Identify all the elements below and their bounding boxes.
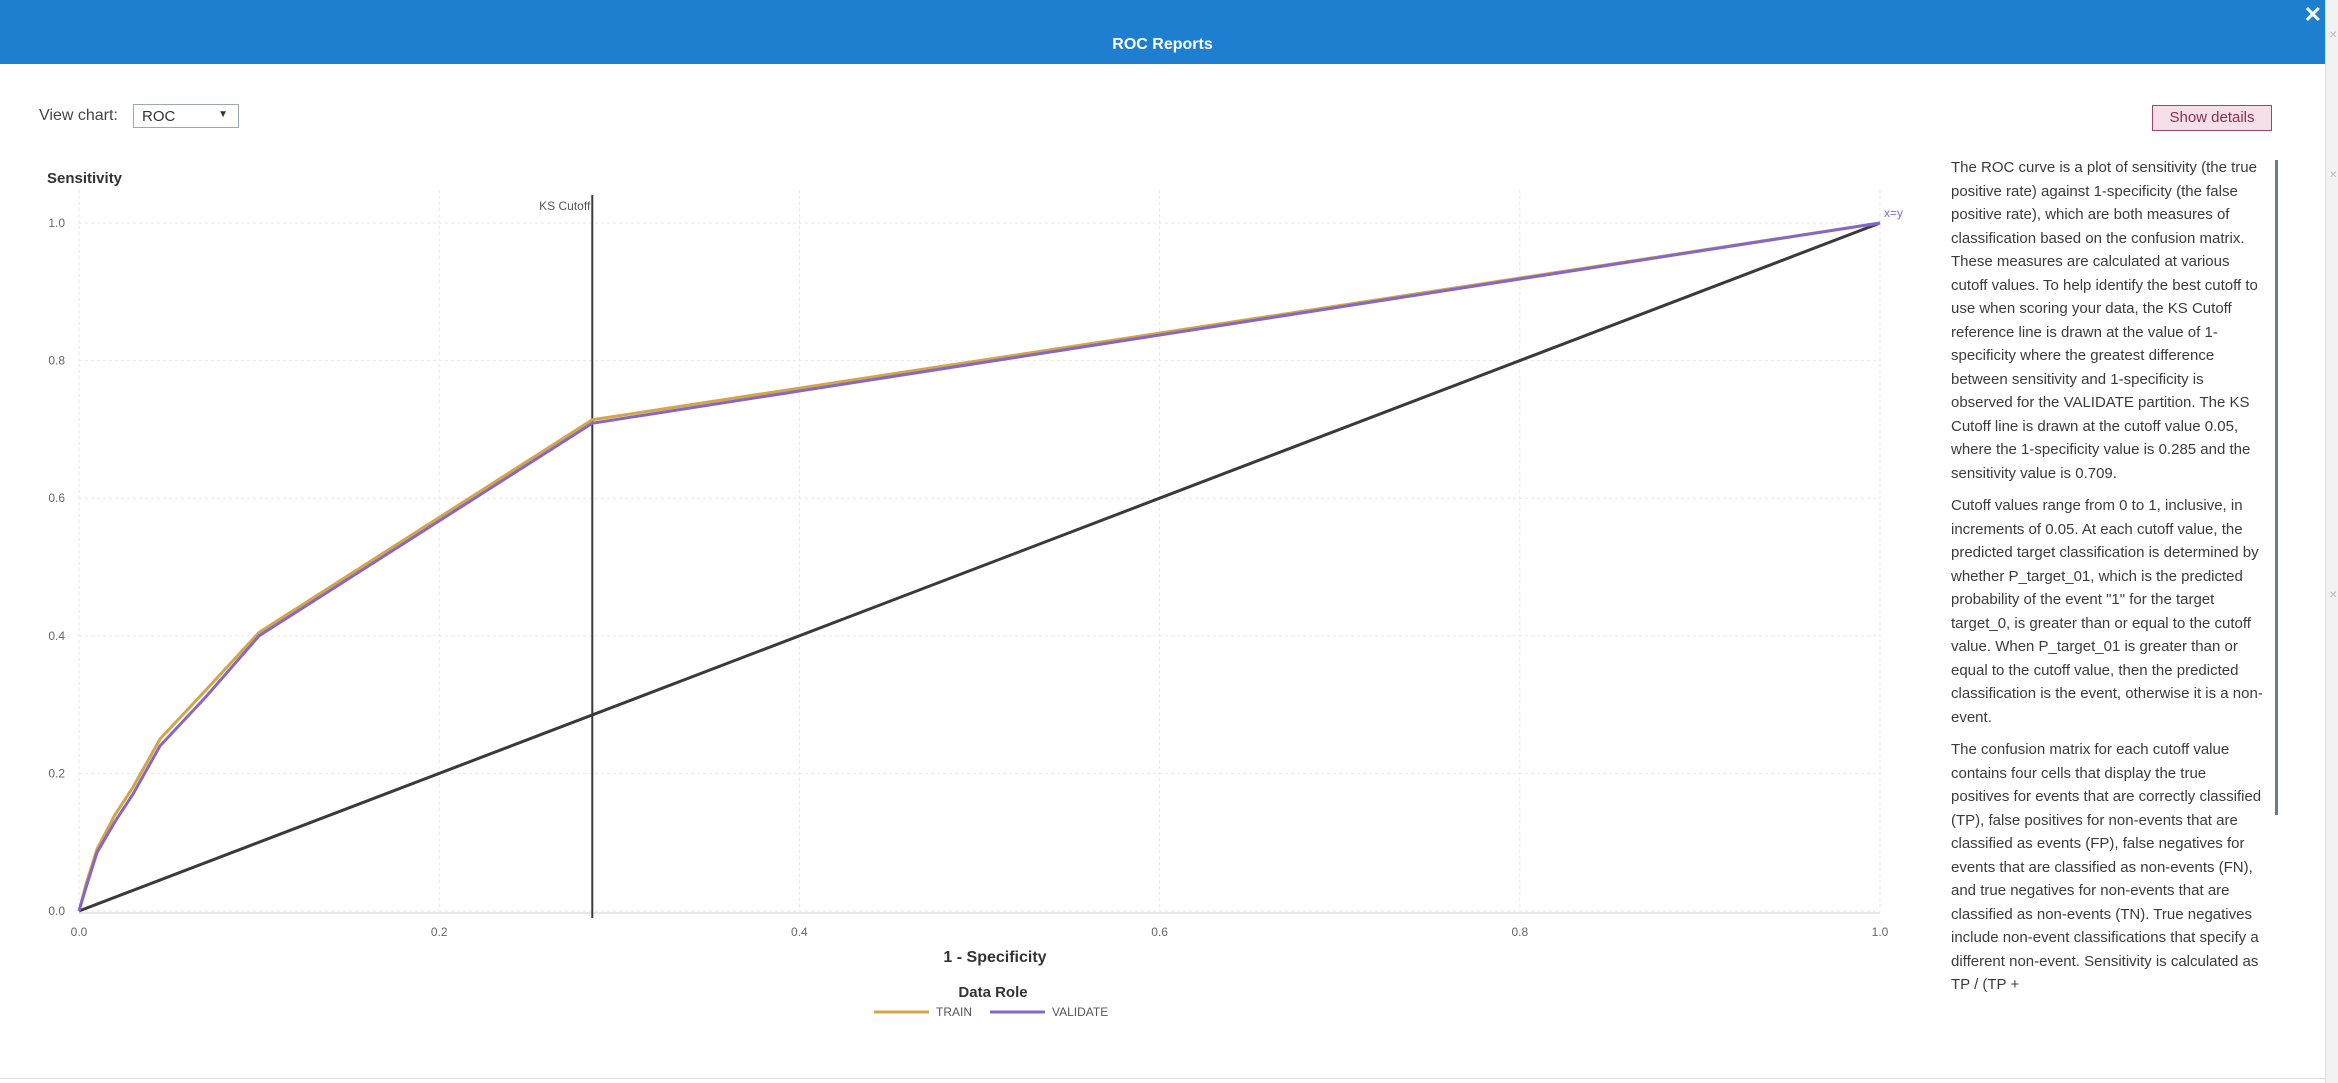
y-axis-label: Sensitivity (47, 170, 123, 187)
close-icon[interactable]: ✕ (2304, 2, 2322, 28)
x-tick-label: 0.8 (1511, 925, 1528, 939)
view-chart-select[interactable]: ROC ▼ (133, 104, 239, 128)
ks-cutoff-label: KS Cutoff (539, 199, 591, 213)
x-tick-label: 0.2 (431, 925, 448, 939)
y-tick-label: 0.0 (48, 904, 65, 918)
x-tick-label: 1.0 (1872, 925, 1889, 939)
y-tick-label: 0.4 (48, 629, 65, 643)
legend-title: Data Role (958, 984, 1027, 1001)
x-axis-label: 1 - Specificity (943, 949, 1046, 966)
gutter-close-icon[interactable]: ✕ (2329, 170, 2337, 181)
gutter-close-icon[interactable]: ✕ (2329, 30, 2337, 41)
details-panel: The ROC curve is a plot of sensitivity (… (1939, 156, 2267, 1041)
details-scrollbar[interactable] (2275, 160, 2278, 815)
gutter-close-icon[interactable]: ✕ (2329, 590, 2337, 601)
chevron-down-icon: ▼ (218, 109, 228, 120)
y-tick-label: 0.8 (48, 354, 65, 368)
legend-item-label: TRAIN (936, 1005, 972, 1019)
details-paragraph: The ROC curve is a plot of sensitivity (… (1951, 159, 2258, 482)
right-gutter: ✕ ✕ ✕ (2325, 0, 2338, 1083)
y-tick-label: 0.2 (48, 766, 65, 780)
y-tick-label: 1.0 (48, 216, 65, 230)
legend-item-label: VALIDATE (1052, 1005, 1108, 1019)
show-details-button[interactable]: Show details (2152, 105, 2272, 131)
reference-line-label: x=y (1884, 206, 1903, 220)
details-paragraph: The confusion matrix for each cutoff val… (1951, 741, 2262, 993)
y-tick-label: 0.6 (48, 491, 65, 505)
roc-chart: Sensitivity 0.0 0.2 0.4 0.6 0.8 1.0 0.0 0.2 0.4 0.… (47, 170, 1903, 1019)
window-title: ROC Reports (1112, 36, 1213, 53)
view-chart-value: ROC (142, 108, 176, 125)
x-tick-label: 0.0 (71, 925, 88, 939)
divider (0, 1078, 2325, 1079)
x-tick-label: 0.4 (791, 925, 808, 939)
details-paragraph: Cutoff values range from 0 to 1, inclusi… (1951, 497, 2263, 726)
reference-line (78, 221, 1881, 913)
x-tick-label: 0.6 (1151, 925, 1168, 939)
view-chart-label: View chart: (39, 107, 118, 124)
